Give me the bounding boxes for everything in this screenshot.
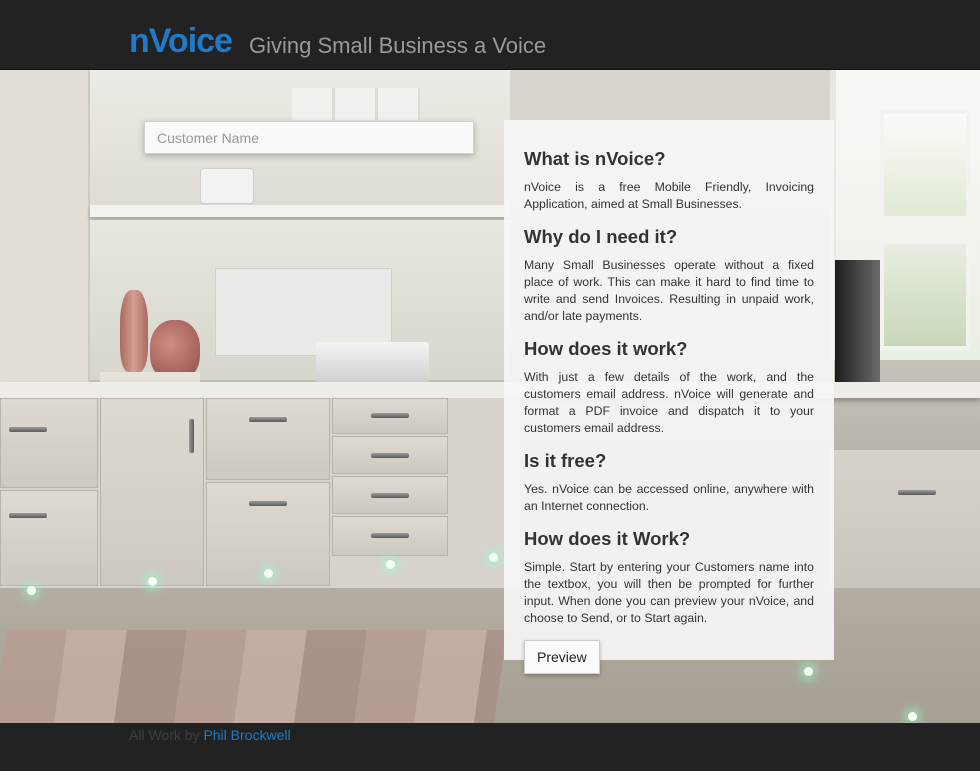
footer-credit: All Work by Phil Brockwell	[129, 727, 291, 743]
section-body-free: Yes. nVoice can be accessed online, anyw…	[524, 482, 814, 513]
section-body-how-work: Simple. Start by entering your Customers…	[524, 560, 814, 625]
window-pane	[880, 240, 970, 350]
brand-logo[interactable]: nVoice	[129, 22, 233, 61]
section-body-how: With just a few details of the work, and…	[524, 370, 814, 435]
section-heading-why: Why do I need it?	[524, 226, 678, 247]
cabinet-door	[100, 398, 204, 586]
plinth-light	[27, 586, 36, 595]
plinth-light	[489, 553, 498, 562]
drawer-handle	[249, 501, 287, 506]
plinth-light	[264, 569, 273, 578]
drawer-handle	[371, 413, 409, 418]
drawer-handle	[9, 513, 47, 518]
tagline: Giving Small Business a Voice	[249, 33, 547, 58]
section-body-why: Many Small Businesses operate without a …	[524, 258, 814, 323]
site-footer: All Work by Phil Brockwell	[0, 723, 980, 771]
section-heading-free: Is it free?	[524, 450, 607, 471]
section-heading-what: What is nVoice?	[524, 148, 666, 169]
drawer-handle	[371, 533, 409, 538]
site-header: nVoice Giving Small Business a Voice	[0, 0, 980, 70]
info-panel: What is nVoice? nVoice is a free Mobile …	[504, 120, 834, 674]
printer	[316, 342, 429, 384]
radio	[200, 168, 254, 204]
window-pane	[880, 110, 970, 220]
drawer-handle	[898, 490, 936, 495]
plinth-light	[386, 560, 395, 569]
section-body-what: nVoice is a free Mobile Friendly, Invoic…	[524, 180, 814, 211]
customer-name-input[interactable]	[144, 121, 474, 154]
round-vase	[150, 320, 200, 380]
storage-boxes	[292, 88, 420, 120]
drawer	[332, 476, 448, 514]
footer-prefix: All Work by	[129, 727, 204, 743]
cabinet-door	[0, 398, 98, 488]
plinth-light	[148, 577, 157, 586]
drawer-handle	[371, 453, 409, 458]
shelf	[90, 205, 510, 217]
author-link[interactable]: Phil Brockwell	[203, 727, 290, 743]
drawer-handle	[9, 427, 47, 432]
drawer	[206, 398, 330, 480]
drawer	[332, 436, 448, 474]
upper-cabinet-left	[0, 70, 90, 410]
preview-button[interactable]: Preview	[524, 640, 600, 674]
section-heading-how: How does it work?	[524, 338, 688, 359]
drawer-handle	[371, 493, 409, 498]
plinth-light	[908, 712, 917, 721]
lower-cabinets	[0, 398, 520, 588]
drawer	[332, 516, 448, 556]
door-handle	[189, 419, 194, 453]
section-heading-how-work: How does it Work?	[524, 528, 691, 549]
rug	[0, 630, 508, 723]
tall-vase	[120, 290, 148, 372]
drawer	[332, 398, 448, 434]
cabinet-door	[0, 490, 98, 586]
monitor	[835, 260, 880, 390]
drawer-handle	[249, 417, 287, 422]
